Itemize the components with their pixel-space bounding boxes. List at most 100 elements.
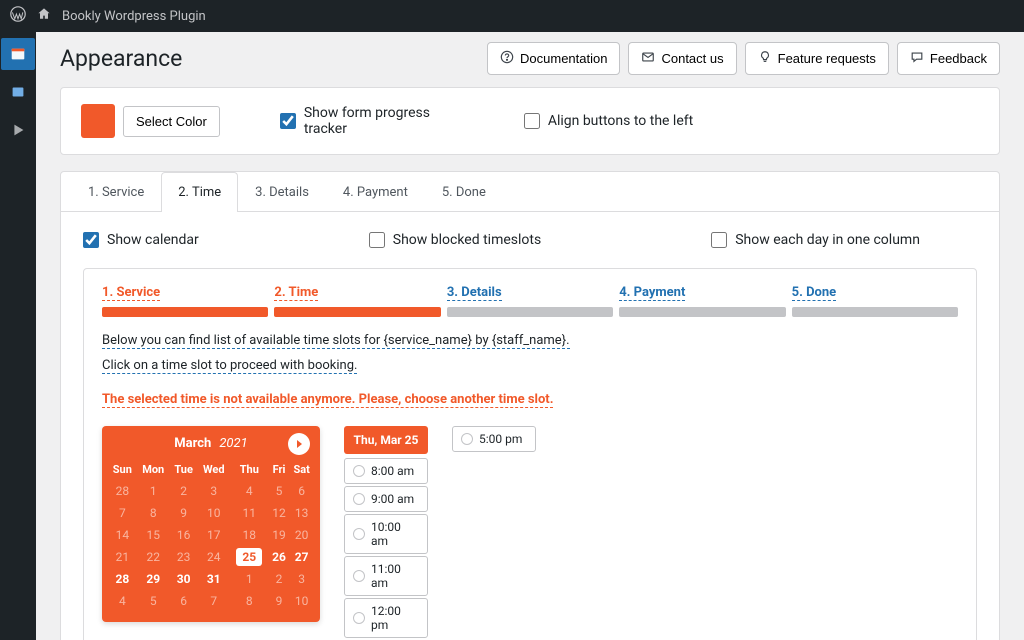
main-content: Appearance Documentation Contact us Feat… (36, 32, 1024, 640)
calendar-day[interactable]: 2 (170, 480, 198, 502)
calendar-day[interactable]: 8 (137, 502, 170, 524)
site-name[interactable]: Bookly Wordpress Plugin (62, 9, 206, 24)
feedback-button[interactable]: Feedback (897, 42, 1000, 75)
calendar-day[interactable]: 13 (289, 502, 314, 524)
booking-form-preview: 1. Service2. Time3. Details4. Payment5. … (83, 268, 977, 640)
radio-icon (353, 465, 365, 477)
hint-line-1[interactable]: Below you can find list of available tim… (102, 333, 570, 349)
calendar-day[interactable]: 1 (230, 568, 269, 590)
checkbox-input[interactable] (369, 232, 385, 248)
timeslot[interactable]: 5:00 pm (452, 426, 536, 452)
calendar-day[interactable]: 25 (230, 546, 269, 568)
calendar-day[interactable]: 3 (198, 480, 230, 502)
page-title: Appearance (60, 45, 182, 72)
timeslot-column-2: 5:00 pm (452, 426, 536, 452)
calendar-day[interactable]: 15 (137, 524, 170, 546)
calendar-day[interactable]: 7 (108, 502, 137, 524)
timeslot[interactable]: 9:00 am (344, 486, 428, 512)
calendar-day[interactable]: 22 (137, 546, 170, 568)
radio-icon (353, 493, 365, 505)
question-circle-icon (500, 50, 514, 67)
checkbox-input[interactable] (280, 113, 296, 129)
progress-step[interactable]: 1. Service (102, 285, 268, 317)
calendar-day[interactable]: 14 (108, 524, 137, 546)
admin-sidebar (0, 32, 36, 640)
calendar-day[interactable]: 10 (198, 502, 230, 524)
calendar-day[interactable]: 16 (170, 524, 198, 546)
checkbox-input[interactable] (524, 113, 540, 129)
calendar-day[interactable]: 28 (108, 568, 137, 590)
checkbox-show-blocked-timeslots[interactable]: Show blocked timeslots (369, 232, 541, 248)
contact-us-button[interactable]: Contact us (628, 42, 736, 75)
tab[interactable]: 1. Service (71, 172, 161, 212)
checkbox-input[interactable] (711, 232, 727, 248)
calendar-day[interactable]: 30 (170, 568, 198, 590)
calendar-day[interactable]: 17 (198, 524, 230, 546)
hint-line-2[interactable]: Click on a time slot to proceed with boo… (102, 358, 357, 374)
radio-icon (353, 612, 365, 624)
calendar-day[interactable]: 3 (289, 568, 314, 590)
tab[interactable]: 5. Done (425, 172, 503, 212)
error-text[interactable]: The selected time is not available anymo… (102, 392, 553, 408)
progress-step[interactable]: 3. Details (447, 285, 613, 317)
calendar-dow: Mon (137, 459, 170, 480)
calendar-day[interactable]: 9 (170, 502, 198, 524)
calendar-day[interactable]: 6 (289, 480, 314, 502)
timeslot[interactable]: 10:00 am (344, 514, 428, 554)
calendar-day[interactable]: 5 (269, 480, 290, 502)
calendar-day[interactable]: 11 (230, 502, 269, 524)
sidebar-item-active[interactable] (1, 38, 35, 70)
calendar-day[interactable]: 10 (289, 590, 314, 612)
calendar-day[interactable]: 2 (269, 568, 290, 590)
wp-admin-bar: Bookly Wordpress Plugin (0, 0, 1024, 32)
progress-step[interactable]: 4. Payment (619, 285, 785, 317)
sidebar-item-3[interactable] (1, 114, 35, 146)
calendar-day[interactable]: 9 (269, 590, 290, 612)
tab[interactable]: 3. Details (238, 172, 326, 212)
calendar-day[interactable]: 1 (137, 480, 170, 502)
calendar-day[interactable]: 18 (230, 524, 269, 546)
timeslot[interactable]: 8:00 am (344, 458, 428, 484)
sidebar-item-2[interactable] (1, 76, 35, 108)
calendar-day[interactable]: 4 (230, 480, 269, 502)
header-buttons: Documentation Contact us Feature request… (487, 42, 1000, 75)
wordpress-logo-icon[interactable] (10, 6, 26, 26)
tab[interactable]: 4. Payment (326, 172, 425, 212)
calendar-day[interactable]: 5 (137, 590, 170, 612)
select-color-button[interactable]: Select Color (123, 106, 220, 137)
home-icon[interactable] (36, 6, 52, 26)
calendar-day[interactable]: 27 (289, 546, 314, 568)
calendar-day[interactable]: 29 (137, 568, 170, 590)
progress-step[interactable]: 5. Done (792, 285, 958, 317)
calendar-day[interactable]: 19 (269, 524, 290, 546)
timeslot[interactable]: 12:00 pm (344, 598, 428, 638)
lightbulb-icon (758, 50, 772, 67)
timeslot-column-1: Thu, Mar 25 8:00 am9:00 am10:00 am11:00 … (344, 426, 428, 640)
calendar-day[interactable]: 7 (198, 590, 230, 612)
checkbox-each-day-one-column[interactable]: Show each day in one column (711, 232, 920, 248)
color-swatch[interactable] (81, 104, 115, 138)
chat-icon (910, 50, 924, 67)
documentation-button[interactable]: Documentation (487, 42, 620, 75)
timeslot[interactable]: 11:00 am (344, 556, 428, 596)
calendar-day[interactable]: 24 (198, 546, 230, 568)
calendar-day[interactable]: 23 (170, 546, 198, 568)
calendar-day[interactable]: 28 (108, 480, 137, 502)
tab[interactable]: 2. Time (161, 172, 238, 212)
checkbox-show-progress-tracker[interactable]: Show form progress tracker (280, 105, 464, 137)
calendar-day[interactable]: 4 (108, 590, 137, 612)
checkbox-align-buttons-left[interactable]: Align buttons to the left (524, 113, 693, 129)
calendar-day[interactable]: 12 (269, 502, 290, 524)
feature-requests-button[interactable]: Feature requests (745, 42, 889, 75)
calendar-day[interactable]: 6 (170, 590, 198, 612)
checkbox-input[interactable] (83, 232, 99, 248)
calendar-day[interactable]: 31 (198, 568, 230, 590)
checkbox-show-calendar[interactable]: Show calendar (83, 232, 199, 248)
calendar-dow: Wed (198, 459, 230, 480)
calendar-day[interactable]: 26 (269, 546, 290, 568)
calendar-day[interactable]: 21 (108, 546, 137, 568)
progress-step[interactable]: 2. Time (274, 285, 440, 317)
calendar-day[interactable]: 20 (289, 524, 314, 546)
calendar-day[interactable]: 8 (230, 590, 269, 612)
calendar-next-icon[interactable] (288, 433, 310, 455)
